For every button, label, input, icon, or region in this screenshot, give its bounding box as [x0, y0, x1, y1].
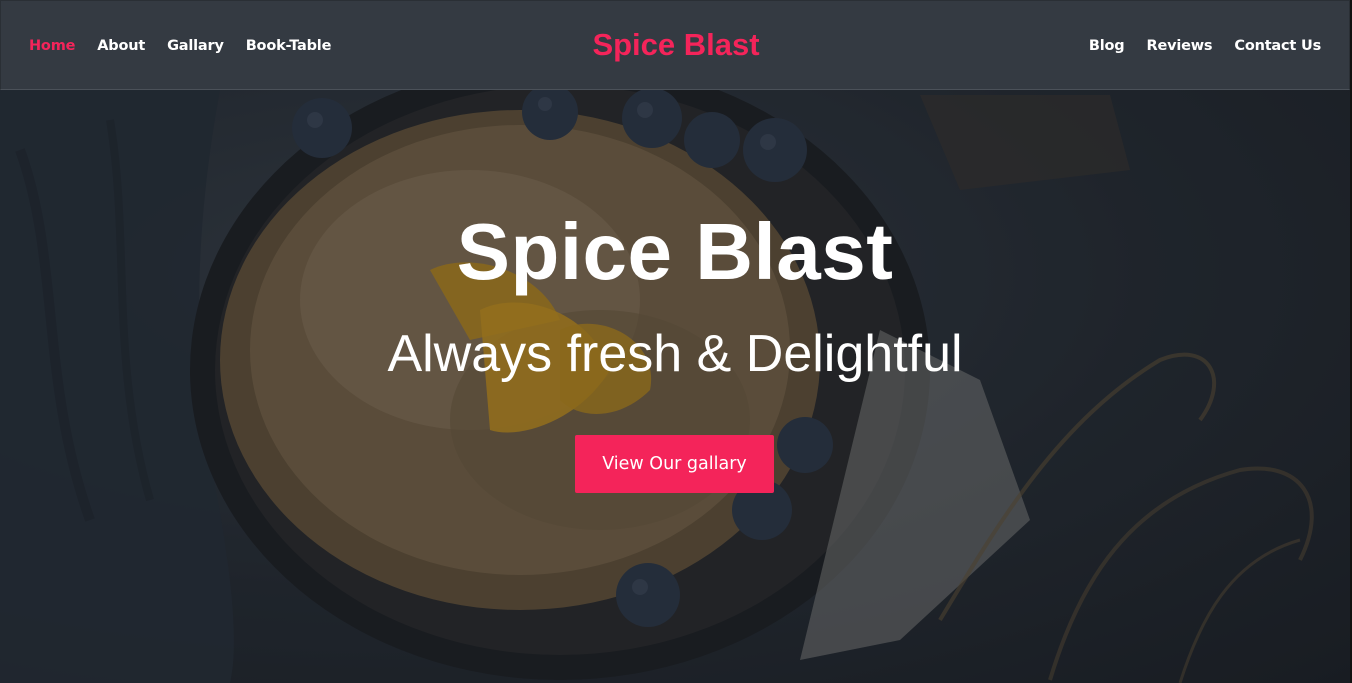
top-navbar: Home About Gallary Book-Table Spice Blas… — [0, 0, 1350, 90]
nav-link-home[interactable]: Home — [29, 38, 75, 54]
hero-title: Spice Blast — [456, 207, 894, 296]
hero-subtitle: Always fresh & Delightful — [387, 325, 963, 383]
nav-link-blog[interactable]: Blog — [1089, 38, 1125, 54]
nav-right-group: Blog Reviews Contact Us — [1067, 1, 1321, 91]
nav-link-reviews[interactable]: Reviews — [1146, 38, 1212, 54]
nav-link-book-table[interactable]: Book-Table — [246, 38, 332, 54]
nav-left-group: Home About Gallary Book-Table — [29, 1, 353, 91]
nav-link-gallary[interactable]: Gallary — [167, 38, 224, 54]
brand-logo-text[interactable]: Spice Blast — [592, 27, 759, 63]
view-gallery-button[interactable]: View Our gallary — [575, 435, 774, 493]
nav-link-contact-us[interactable]: Contact Us — [1234, 38, 1321, 54]
nav-link-about[interactable]: About — [97, 38, 145, 54]
page: Home About Gallary Book-Table Spice Blas… — [0, 0, 1352, 683]
